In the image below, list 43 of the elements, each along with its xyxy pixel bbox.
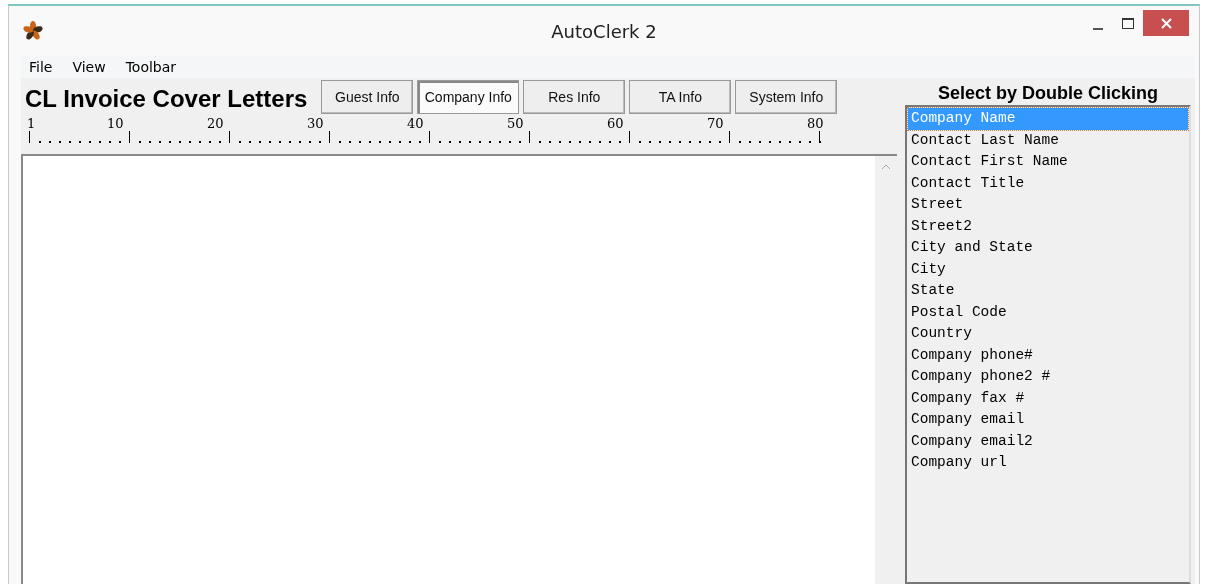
flower-logo-icon [23,21,43,41]
list-item[interactable]: City [908,258,1188,280]
list-item[interactable]: Contact Last Name [908,129,1188,151]
list-item[interactable]: State [908,280,1188,302]
window-title: AutoClerk 2 [551,20,657,42]
list-title: Select by Double Clicking [936,82,1160,105]
ruler-number: 40 [407,116,425,131]
ruler-number: 50 [507,116,525,131]
list-item[interactable]: Street [908,194,1188,216]
ruler-number: 1 [27,116,37,131]
tab[interactable]: Res Info [523,80,626,114]
close-icon [1160,17,1172,29]
menu-item[interactable]: Toolbar [125,59,177,75]
menu-item[interactable]: View [72,59,106,75]
list-item[interactable]: Street2 [908,215,1188,237]
minimize-icon [1093,28,1103,30]
list-item[interactable]: Company email [908,409,1188,431]
ruler-number: 80 [807,116,825,131]
ruler-number: 30 [307,116,325,131]
list-item[interactable]: Contact Title [908,172,1188,194]
tab[interactable]: Company Info [417,80,520,114]
list-item[interactable]: Company email2 [908,430,1188,452]
list-item[interactable]: Company fax # [908,387,1188,409]
list-item[interactable]: Contact First Name [908,151,1188,173]
tab[interactable]: Guest Info [321,80,414,114]
list-item[interactable]: Company phone# [908,344,1188,366]
tab[interactable]: TA Info [629,80,732,114]
list-item[interactable]: Country [908,323,1188,345]
ruler-number: 70 [707,116,725,131]
list-item[interactable]: Company url [908,452,1188,474]
scrollbar[interactable] [875,156,897,584]
list-item[interactable]: City and State [908,237,1188,259]
scroll-up-icon [881,164,891,170]
list-item[interactable]: Postal Code [908,301,1188,323]
close-button[interactable] [1143,10,1189,36]
ruler-number: 20 [207,116,225,131]
menu-item[interactable]: File [29,59,53,75]
ruler-number: 60 [607,116,625,131]
list-item[interactable]: Company phone2 # [908,366,1188,388]
tab[interactable]: System Info [735,80,838,114]
maximize-icon [1122,17,1134,29]
ruler-number: 10 [107,116,125,131]
page-heading: CL Invoice Cover Letters [25,85,308,113]
